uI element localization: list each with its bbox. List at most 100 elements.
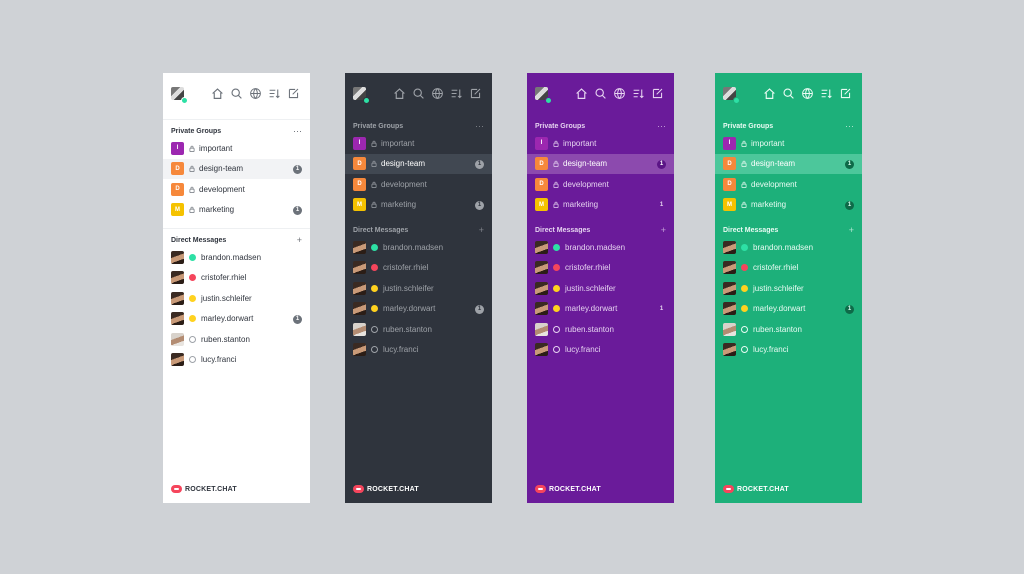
room-avatar: I: [535, 136, 548, 150]
list-item[interactable]: lucy.franci: [163, 350, 310, 371]
list-item[interactable]: cristofer.rhiel: [345, 258, 492, 279]
avatar: [535, 302, 548, 316]
list-item[interactable]: Iimportant: [163, 138, 310, 159]
logo-text: ROCKET.CHAT: [737, 485, 789, 493]
lock-icon: [371, 140, 377, 147]
home-icon[interactable]: [575, 87, 588, 100]
globe-icon[interactable]: [613, 87, 626, 100]
list-item[interactable]: Mmarketing 1: [715, 195, 862, 216]
sidebar-header: [345, 73, 492, 115]
list-item[interactable]: brandon.madsen: [345, 237, 492, 258]
list-item[interactable]: lucy.franci: [345, 340, 492, 361]
globe-icon[interactable]: [801, 87, 814, 100]
list-item[interactable]: ruben.stanton: [527, 319, 674, 340]
status-indicator: [371, 284, 378, 292]
room-avatar: M: [723, 198, 736, 212]
lock-icon: [189, 186, 195, 193]
search-icon[interactable]: [594, 87, 607, 100]
list-item[interactable]: justin.schleifer: [345, 278, 492, 299]
search-icon[interactable]: [230, 87, 243, 100]
add-direct-message-button[interactable]: +: [479, 225, 484, 235]
list-item[interactable]: ruben.stanton: [345, 319, 492, 340]
lock-icon: [189, 145, 195, 152]
list-item[interactable]: Ddevelopment: [715, 174, 862, 195]
list-item[interactable]: Ddesign-team 1: [527, 153, 674, 174]
list-item[interactable]: Ddevelopment: [163, 179, 310, 200]
list-item[interactable]: Ddevelopment: [527, 174, 674, 195]
home-icon[interactable]: [211, 87, 224, 100]
sidebar-header: [163, 73, 310, 115]
list-item[interactable]: cristofer.rhiel: [163, 268, 310, 289]
avatar: [723, 281, 736, 295]
compose-icon[interactable]: [651, 87, 664, 100]
list-item[interactable]: Iimportant: [715, 133, 862, 154]
user-name: lucy.franci: [565, 345, 601, 355]
add-direct-message-button[interactable]: +: [297, 235, 302, 245]
compose-icon[interactable]: [287, 87, 300, 100]
home-icon[interactable]: [763, 87, 776, 100]
list-item[interactable]: Mmarketing 1: [345, 195, 492, 216]
sidebar-panel-green: Private Groups ⋯ Iimportant Ddesign-team 1…: [715, 73, 862, 503]
list-item[interactable]: marley.dorwart 1: [345, 299, 492, 320]
room-avatar: M: [171, 203, 184, 217]
status-indicator: [189, 253, 196, 261]
list-item[interactable]: ruben.stanton: [163, 329, 310, 350]
sort-icon[interactable]: [820, 87, 833, 100]
search-icon[interactable]: [782, 87, 795, 100]
expand-icon[interactable]: ⋯: [293, 126, 302, 137]
list-item[interactable]: marley.dorwart 1: [163, 309, 310, 330]
section-title: Direct Messages: [723, 226, 779, 234]
room-name: marketing: [751, 200, 787, 210]
avatar: [353, 343, 366, 357]
list-item[interactable]: Iimportant: [345, 133, 492, 154]
list-item[interactable]: Ddesign-team 1: [715, 153, 862, 174]
list-item[interactable]: brandon.madsen: [163, 247, 310, 268]
expand-icon[interactable]: ⋯: [657, 121, 666, 132]
globe-icon[interactable]: [431, 87, 444, 100]
list-item[interactable]: brandon.madsen: [715, 237, 862, 258]
compose-icon[interactable]: [469, 87, 482, 100]
list-item[interactable]: justin.schleifer: [527, 278, 674, 299]
list-item[interactable]: justin.schleifer: [715, 278, 862, 299]
sort-icon[interactable]: [632, 87, 645, 100]
section-title: Direct Messages: [535, 226, 591, 234]
list-item[interactable]: justin.schleifer: [163, 288, 310, 309]
compose-icon[interactable]: [839, 87, 852, 100]
add-direct-message-button[interactable]: +: [849, 225, 854, 235]
sort-icon[interactable]: [450, 87, 463, 100]
list-item[interactable]: lucy.franci: [527, 340, 674, 361]
user-name: lucy.franci: [383, 345, 419, 355]
user-status-indicator: [181, 97, 188, 104]
logo-text: ROCKET.CHAT: [185, 485, 237, 493]
unread-badge: 1: [293, 314, 302, 324]
list-item[interactable]: lucy.franci: [715, 340, 862, 361]
add-direct-message-button[interactable]: +: [661, 225, 666, 235]
expand-icon[interactable]: ⋯: [475, 121, 484, 132]
list-item[interactable]: brandon.madsen: [527, 237, 674, 258]
status-indicator: [741, 305, 748, 313]
sidebar-panel-light: Private Groups ⋯ Iimportant Ddesign-team 1…: [163, 73, 310, 503]
list-item[interactable]: Ddesign-team 1: [345, 153, 492, 174]
list-item[interactable]: cristofer.rhiel: [715, 258, 862, 279]
list-item[interactable]: marley.dorwart 1: [527, 299, 674, 320]
status-indicator: [189, 315, 196, 323]
list-item[interactable]: Mmarketing 1: [163, 200, 310, 221]
list-item[interactable]: marley.dorwart 1: [715, 299, 862, 320]
globe-icon[interactable]: [249, 87, 262, 100]
list-item[interactable]: cristofer.rhiel: [527, 258, 674, 279]
unread-badge: 1: [657, 159, 666, 169]
list-item[interactable]: Iimportant: [527, 133, 674, 154]
direct-messages-header: Direct Messages +: [715, 223, 862, 237]
expand-icon[interactable]: ⋯: [845, 121, 854, 132]
list-item[interactable]: Ddevelopment: [345, 174, 492, 195]
list-item[interactable]: Mmarketing 1: [527, 195, 674, 216]
user-name: ruben.stanton: [753, 324, 802, 334]
home-icon[interactable]: [393, 87, 406, 100]
section-title: Private Groups: [171, 127, 222, 135]
list-item[interactable]: ruben.stanton: [715, 319, 862, 340]
search-icon[interactable]: [412, 87, 425, 100]
private-groups-header: Private Groups ⋯: [345, 119, 492, 133]
list-item[interactable]: Ddesign-team 1: [163, 158, 310, 179]
sort-icon[interactable]: [268, 87, 281, 100]
unread-badge: 1: [845, 304, 854, 314]
